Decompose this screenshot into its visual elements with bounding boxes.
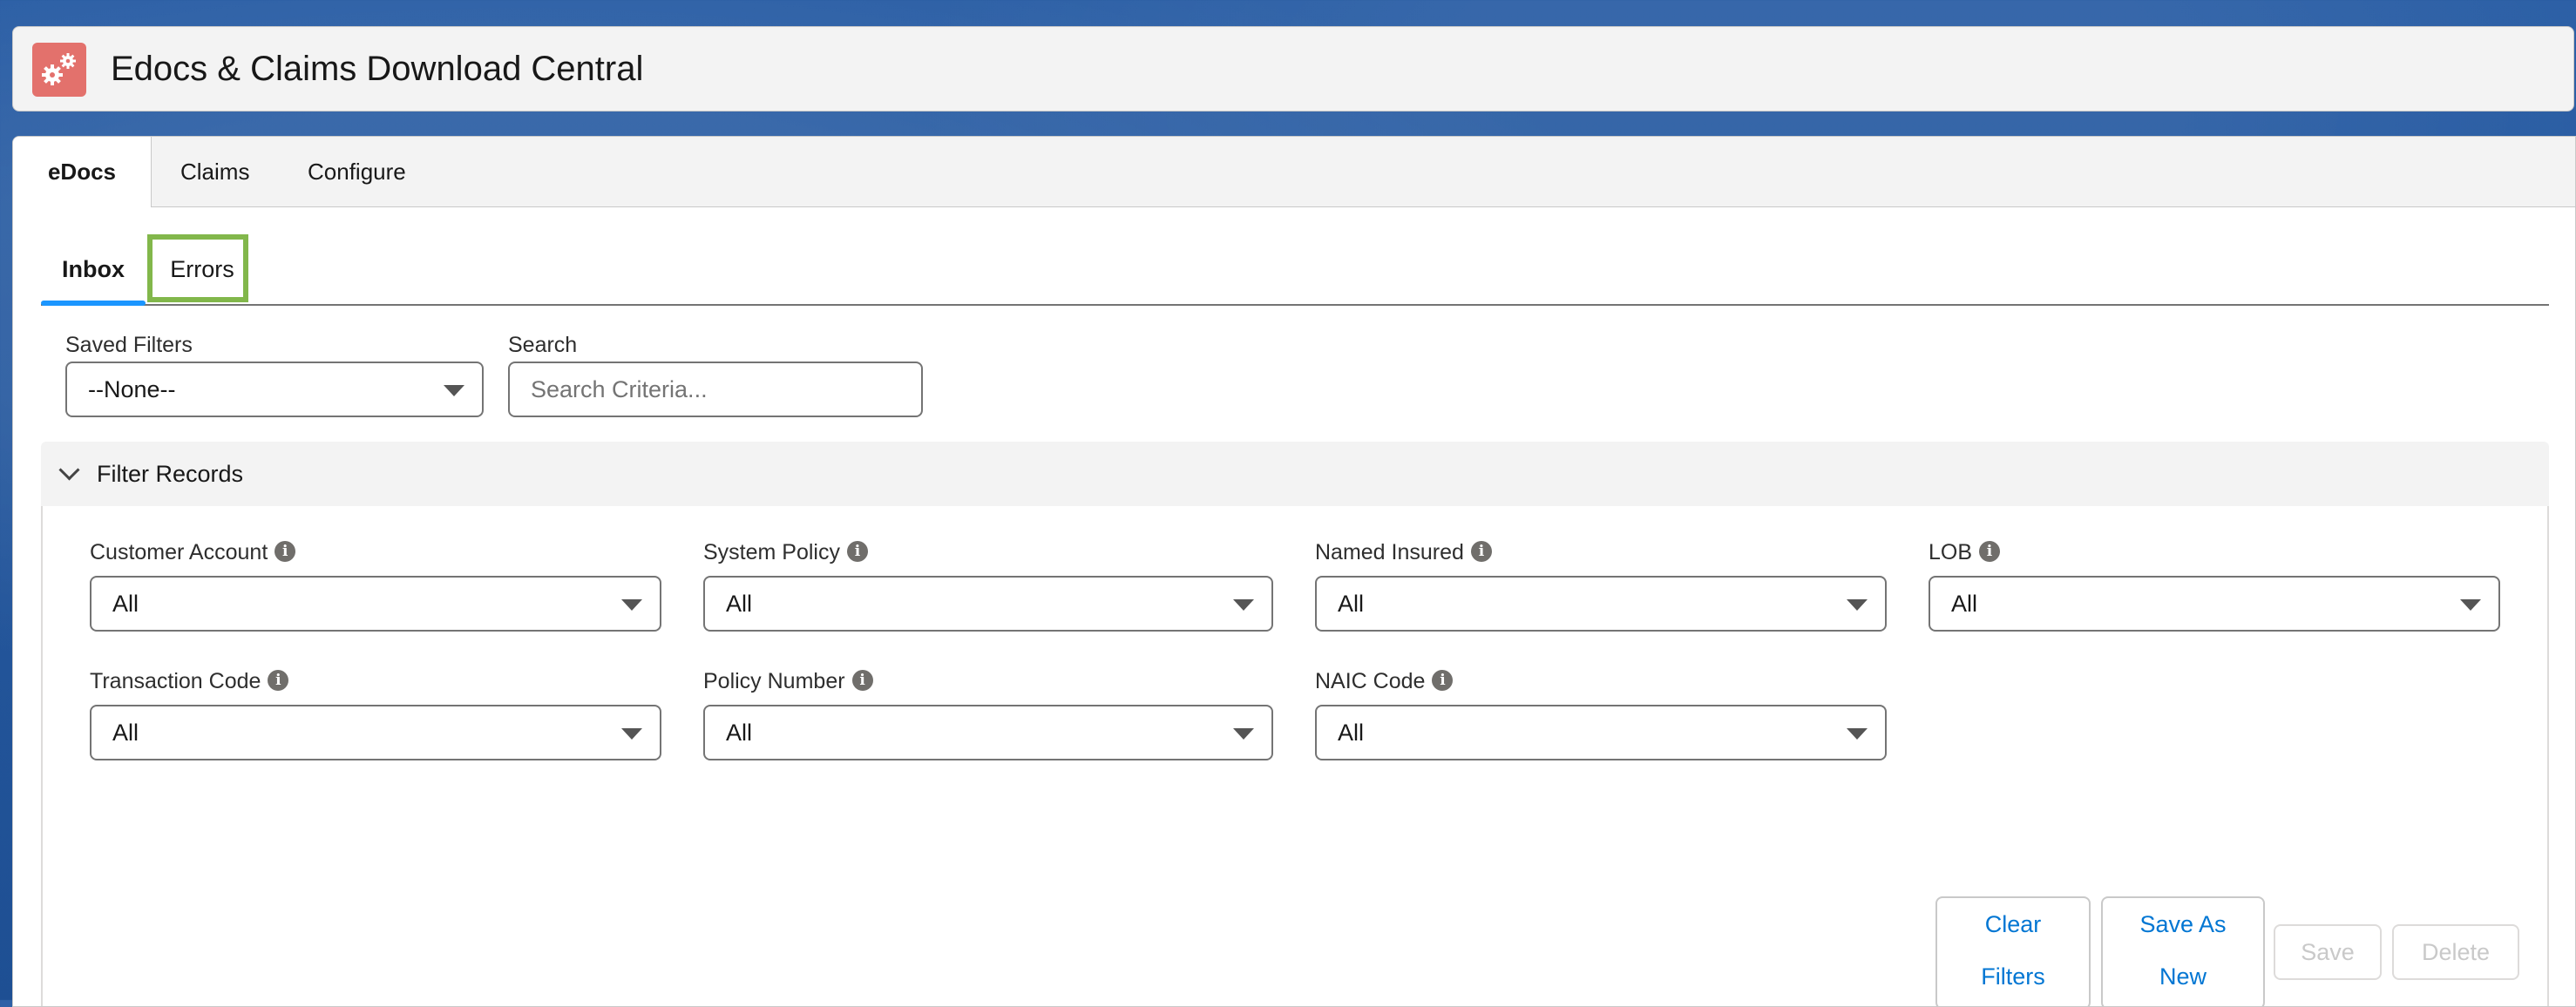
app-title: Edocs & Claims Download Central — [111, 50, 644, 88]
save-as-new-button[interactable]: Save As New — [2101, 896, 2265, 1006]
policy-number-value: All — [726, 720, 753, 746]
system-policy-select[interactable]: All — [703, 576, 1273, 632]
caret-down-icon — [1233, 728, 1254, 740]
info-icon[interactable]: i — [1470, 541, 1492, 563]
save-button[interactable]: Save — [2274, 924, 2382, 980]
info-icon[interactable]: i — [268, 670, 289, 692]
named-insured-label-text: Named Insured — [1315, 540, 1464, 564]
subtab-errors[interactable]: Errors — [158, 234, 247, 304]
saved-filters-label: Saved Filters — [65, 333, 193, 357]
lob-select[interactable]: All — [1929, 576, 2500, 632]
caret-down-icon — [1233, 599, 1254, 611]
transaction-code-value: All — [112, 720, 139, 746]
naic-code-value: All — [1338, 720, 1365, 746]
transaction-code-label-text: Transaction Code — [90, 669, 261, 693]
lob-label: LOB i — [1929, 539, 2001, 565]
search-label: Search — [508, 333, 578, 357]
info-icon[interactable]: i — [851, 670, 873, 692]
customer-account-value: All — [112, 591, 139, 617]
filter-records-title: Filter Records — [97, 461, 244, 487]
policy-number-select[interactable]: All — [703, 705, 1273, 760]
info-icon[interactable]: i — [846, 541, 868, 563]
named-insured-select[interactable]: All — [1315, 576, 1887, 632]
naic-code-label-text: NAIC Code — [1315, 669, 1426, 693]
caret-down-icon — [621, 728, 642, 740]
named-insured-label: Named Insured i — [1315, 539, 1492, 565]
naic-code-label: NAIC Code i — [1315, 668, 1454, 694]
clear-filters-button[interactable]: Clear Filters — [1935, 896, 2091, 1006]
system-policy-label-text: System Policy — [703, 540, 840, 564]
search-input[interactable] — [508, 362, 923, 417]
save-as-new-label-line1: Save As — [2139, 911, 2227, 937]
caret-down-icon — [621, 599, 642, 611]
named-insured-value: All — [1338, 591, 1365, 617]
caret-down-icon — [444, 385, 464, 396]
lob-value: All — [1951, 591, 1978, 617]
transaction-code-select[interactable]: All — [90, 705, 661, 760]
tab-claims[interactable]: Claims — [153, 137, 277, 206]
info-icon[interactable]: i — [1432, 670, 1454, 692]
system-policy-label: System Policy i — [703, 539, 868, 565]
info-icon[interactable]: i — [1979, 541, 2001, 563]
system-policy-value: All — [726, 591, 753, 617]
top-tab-bar: eDocs Claims Configure — [13, 137, 2575, 207]
customer-account-label-text: Customer Account — [90, 540, 268, 564]
app-header: Edocs & Claims Download Central — [12, 26, 2574, 112]
clear-filters-label-line2: Filters — [1981, 963, 2045, 990]
customer-account-label: Customer Account i — [90, 539, 296, 565]
saved-filters-select[interactable]: --None-- — [65, 362, 484, 417]
transaction-code-label: Transaction Code i — [90, 668, 289, 694]
subtab-inbox[interactable]: Inbox — [41, 234, 146, 306]
customer-account-select[interactable]: All — [90, 576, 661, 632]
tab-configure[interactable]: Configure — [280, 137, 434, 206]
chevron-down-icon — [58, 459, 80, 481]
naic-code-select[interactable]: All — [1315, 705, 1887, 760]
caret-down-icon — [2460, 599, 2481, 611]
save-as-new-label-line2: New — [2159, 963, 2207, 990]
delete-button[interactable]: Delete — [2392, 924, 2519, 980]
sub-tab-bar: Inbox Errors — [41, 234, 2549, 306]
policy-number-label: Policy Number i — [703, 668, 873, 694]
saved-filters-value: --None-- — [88, 376, 176, 402]
filter-records-header[interactable]: Filter Records — [41, 442, 2549, 506]
caret-down-icon — [1847, 599, 1868, 611]
policy-number-label-text: Policy Number — [703, 669, 845, 693]
clear-filters-label-line1: Clear — [1984, 911, 2042, 937]
tab-edocs[interactable]: eDocs — [13, 137, 152, 207]
lob-label-text: LOB — [1929, 540, 1973, 564]
info-icon[interactable]: i — [275, 541, 296, 563]
gears-icon — [32, 43, 86, 97]
caret-down-icon — [1847, 728, 1868, 740]
main-panel: eDocs Claims Configure Inbox Errors Save… — [12, 136, 2576, 1007]
